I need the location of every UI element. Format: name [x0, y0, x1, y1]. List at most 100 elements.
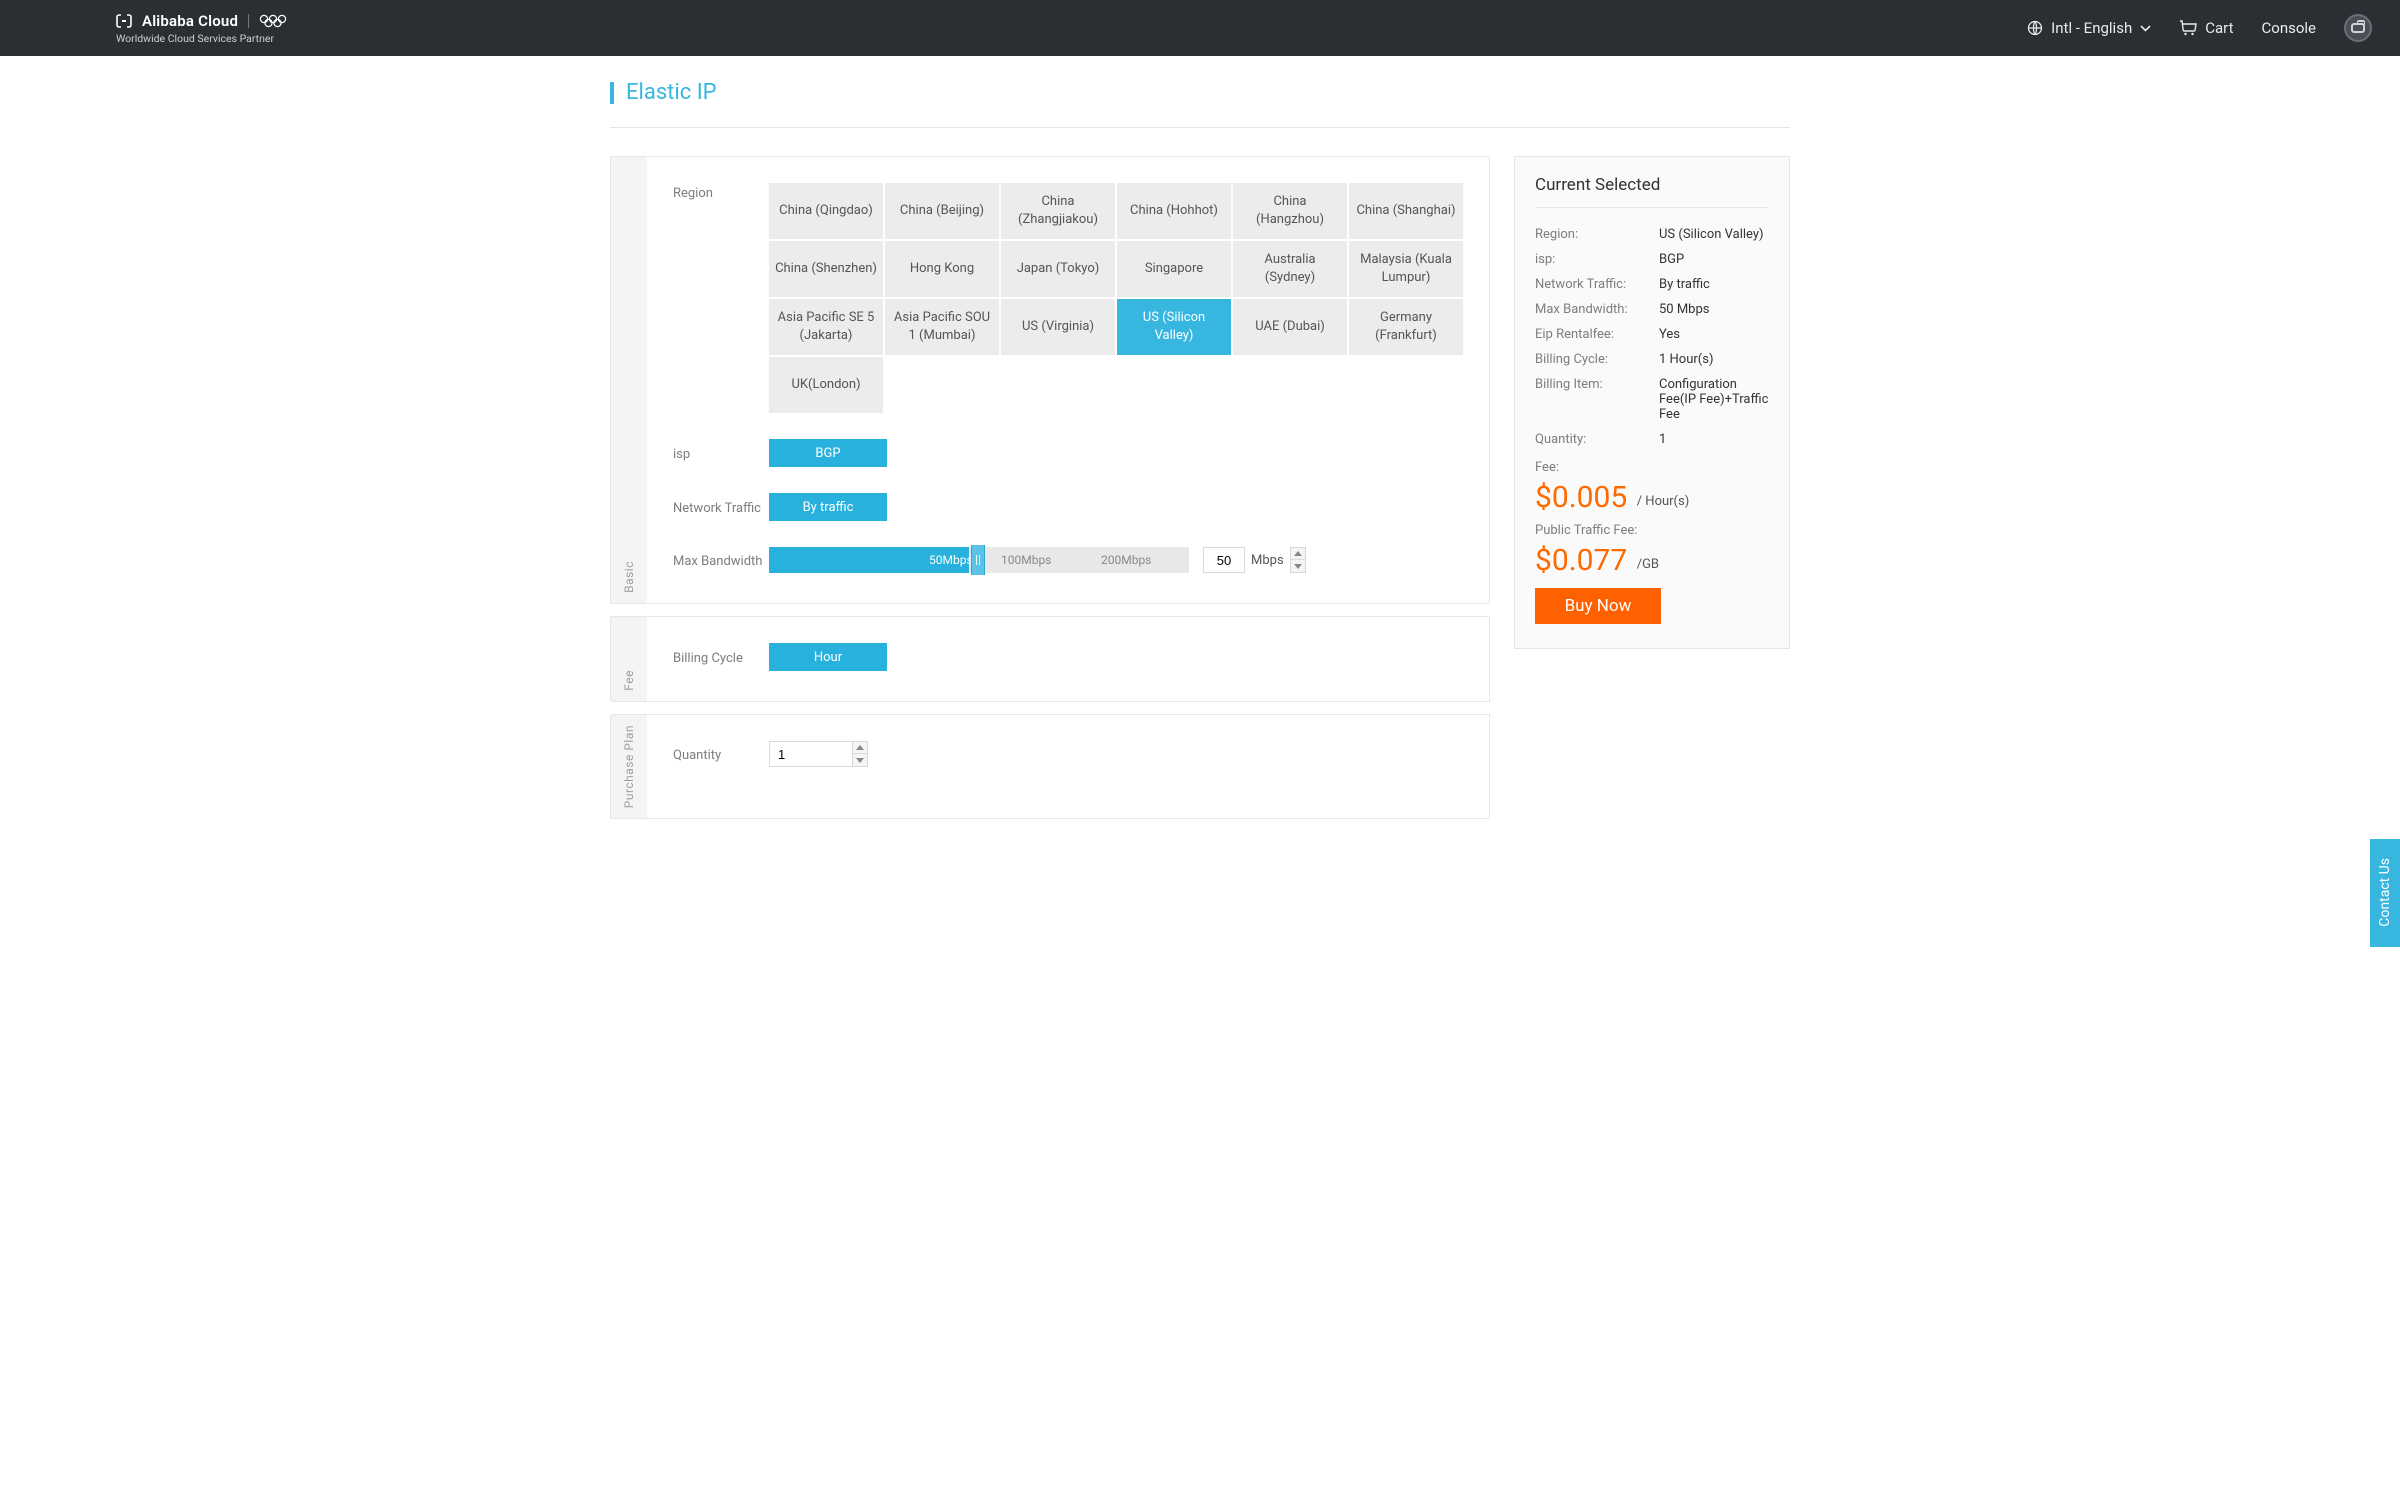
chevron-down-icon: [2140, 25, 2151, 32]
row-billing-cycle: Billing Cycle Hour: [673, 643, 1463, 671]
panel-tab-purchase: Purchase Plan: [611, 715, 647, 818]
bandwidth-stepper: [1290, 547, 1306, 573]
label-quantity: Quantity: [673, 745, 769, 763]
language-switch[interactable]: Intl - English: [2027, 19, 2151, 37]
avatar[interactable]: [2344, 14, 2372, 42]
summary-value-item: Configuration Fee(IP Fee)+Traffic Fee: [1659, 377, 1769, 422]
slider-tick-50: 50Mbps: [929, 553, 973, 567]
panel-purchase: Purchase Plan Quantity: [610, 714, 1490, 819]
quantity-stepper: [852, 741, 868, 767]
cart-link[interactable]: Cart: [2179, 19, 2233, 37]
summary-fee-unit: / Hour(s): [1637, 494, 1690, 509]
global-header: Alibaba Cloud Worldwide Cloud Services P…: [0, 0, 2400, 56]
summary-value-isp: BGP: [1659, 252, 1769, 267]
region-option[interactable]: China (Shenzhen): [769, 241, 883, 297]
isp-option-bgp[interactable]: BGP: [769, 439, 887, 467]
region-option[interactable]: US (Silicon Valley): [1117, 299, 1231, 355]
row-quantity: Quantity: [673, 741, 1463, 767]
slider-thumb[interactable]: [971, 545, 985, 575]
page-title: Elastic IP: [626, 80, 717, 105]
region-option[interactable]: Singapore: [1117, 241, 1231, 297]
region-option[interactable]: UAE (Dubai): [1233, 299, 1347, 355]
region-option[interactable]: China (Hohhot): [1117, 183, 1231, 239]
olympic-rings-icon: [259, 14, 287, 28]
cart-label: Cart: [2205, 19, 2233, 37]
panel-basic: Basic Region China (Qingdao)China (Beiji…: [610, 156, 1490, 604]
panel-tab-basic: Basic: [611, 157, 647, 603]
summary-label-cycle: Billing Cycle:: [1535, 352, 1649, 367]
brand-name: Alibaba Cloud: [142, 12, 238, 30]
region-option[interactable]: US (Virginia): [1001, 299, 1115, 355]
row-bandwidth: Max Bandwidth 50Mbps 100Mbps 200Mbps: [673, 547, 1463, 573]
summary-label-region: Region:: [1535, 227, 1649, 242]
summary-value-traffic: By traffic: [1659, 277, 1769, 292]
region-option[interactable]: China (Hangzhou): [1233, 183, 1347, 239]
region-option[interactable]: China (Zhangjiakou): [1001, 183, 1115, 239]
contact-us-tab[interactable]: Contact Us: [2370, 839, 2400, 947]
summary-value-qty: 1: [1659, 432, 1769, 447]
traffic-option-by-traffic[interactable]: By traffic: [769, 493, 887, 521]
console-link[interactable]: Console: [2262, 19, 2317, 37]
bandwidth-step-down[interactable]: [1291, 560, 1305, 572]
billing-cycle-hour[interactable]: Hour: [769, 643, 887, 671]
brand-bracket-icon: [116, 14, 132, 28]
brand-block[interactable]: Alibaba Cloud Worldwide Cloud Services P…: [28, 12, 287, 45]
panel-tab-fee: Fee: [611, 617, 647, 701]
robot-icon: [2351, 23, 2365, 33]
summary-panel: Current Selected Region: US (Silicon Vall…: [1514, 156, 1790, 649]
region-option[interactable]: Asia Pacific SOU 1 (Mumbai): [885, 299, 999, 355]
summary-public-price-row: $0.077 /GB: [1535, 543, 1769, 578]
quantity-step-up[interactable]: [853, 742, 867, 754]
summary-label-public-fee: Public Traffic Fee:: [1535, 523, 1637, 538]
bandwidth-slider[interactable]: 50Mbps 100Mbps 200Mbps: [769, 547, 1189, 573]
language-label: Intl - English: [2051, 19, 2132, 37]
summary-label-qty: Quantity:: [1535, 432, 1649, 447]
region-option[interactable]: Australia (Sydney): [1233, 241, 1347, 297]
globe-icon: [2027, 20, 2043, 36]
summary-value-cycle: 1 Hour(s): [1659, 352, 1769, 367]
quantity-input[interactable]: [769, 741, 853, 767]
quantity-step-down[interactable]: [853, 754, 867, 766]
region-grid: China (Qingdao)China (Beijing)China (Zha…: [769, 183, 1463, 413]
summary-fee-price: $0.005: [1535, 480, 1627, 515]
summary-value-rentalfee: Yes: [1659, 327, 1769, 342]
region-option[interactable]: China (Beijing): [885, 183, 999, 239]
region-option[interactable]: China (Shanghai): [1349, 183, 1463, 239]
divider: [248, 14, 249, 28]
region-option[interactable]: Asia Pacific SE 5 (Jakarta): [769, 299, 883, 355]
label-billing-cycle: Billing Cycle: [673, 648, 769, 666]
row-region: Region China (Qingdao)China (Beijing)Chi…: [673, 183, 1463, 413]
summary-label-item: Billing Item:: [1535, 377, 1649, 392]
region-option[interactable]: Malaysia (Kuala Lumpur): [1349, 241, 1463, 297]
summary-title: Current Selected: [1535, 175, 1769, 208]
summary-public-unit: /GB: [1637, 557, 1659, 572]
label-isp: isp: [673, 444, 769, 462]
region-option[interactable]: Hong Kong: [885, 241, 999, 297]
label-traffic: Network Traffic: [673, 498, 769, 516]
summary-label-bandwidth: Max Bandwidth:: [1535, 302, 1649, 317]
row-isp: isp BGP: [673, 439, 1463, 467]
slider-tick-100: 100Mbps: [1001, 553, 1051, 567]
region-option[interactable]: China (Qingdao): [769, 183, 883, 239]
bandwidth-unit: Mbps: [1251, 553, 1284, 568]
buy-now-button[interactable]: Buy Now: [1535, 588, 1661, 624]
region-option[interactable]: Germany (Frankfurt): [1349, 299, 1463, 355]
panel-fee: Fee Billing Cycle Hour: [610, 616, 1490, 702]
summary-label-rentalfee: Eip Rentalfee:: [1535, 327, 1649, 342]
summary-label-isp: isp:: [1535, 252, 1649, 267]
region-option[interactable]: Japan (Tokyo): [1001, 241, 1115, 297]
summary-value-region: US (Silicon Valley): [1659, 227, 1769, 242]
cart-icon: [2179, 20, 2197, 36]
brand-tagline: Worldwide Cloud Services Partner: [116, 32, 274, 45]
region-option[interactable]: UK(London): [769, 357, 883, 413]
bandwidth-input[interactable]: [1203, 547, 1245, 573]
slider-tick-200: 200Mbps: [1101, 553, 1151, 567]
summary-public-price: $0.077: [1535, 543, 1627, 578]
bandwidth-step-up[interactable]: [1291, 548, 1305, 560]
title-accent: [610, 82, 614, 104]
console-label: Console: [2262, 19, 2317, 37]
header-nav: Intl - English Cart Console: [2027, 14, 2372, 42]
contact-us-label: Contact Us: [2377, 858, 2393, 927]
label-bandwidth: Max Bandwidth: [673, 551, 769, 569]
row-traffic: Network Traffic By traffic: [673, 493, 1463, 521]
